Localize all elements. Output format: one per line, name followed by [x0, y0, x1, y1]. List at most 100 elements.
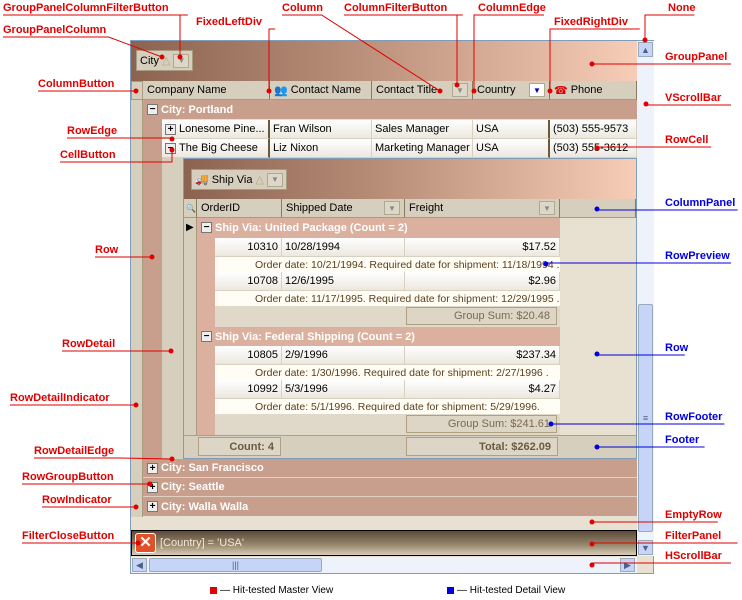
row-cell[interactable]: USA: [473, 120, 550, 139]
group-row-label: Ship Via: United Package (Count = 2): [215, 221, 408, 234]
scroll-right-button[interactable]: ▶: [620, 558, 635, 572]
annotation-label: RowDetailEdge: [34, 445, 115, 457]
cell-text: 10/28/1994: [285, 241, 341, 253]
phone-icon: ☎: [554, 84, 568, 97]
cell-button-expand[interactable]: +: [165, 123, 176, 135]
legend-master-swatch: [210, 587, 217, 594]
annotation-label: RowFooter: [665, 411, 723, 423]
column-chooser-icon[interactable]: 🔍: [184, 199, 197, 218]
annotation-label: Row: [665, 342, 689, 354]
group-panel: [131, 41, 637, 81]
group-row-seattle[interactable]: + City: Seattle: [143, 478, 637, 497]
row-cell[interactable]: 10708: [215, 272, 282, 291]
group-row-walla-walla[interactable]: + City: Walla Walla: [143, 497, 637, 516]
row-preview: Order date: 11/17/1995. Required date fo…: [215, 291, 560, 306]
filter-text: [Country] = 'USA': [160, 537, 244, 549]
row-cell[interactable]: Marketing Manager: [372, 139, 473, 158]
group-panel-column[interactable]: City △ ▼: [136, 50, 194, 71]
row-cell[interactable]: USA: [473, 139, 550, 158]
row-group-button[interactable]: +: [147, 462, 158, 474]
column-freight[interactable]: Freight ▼: [405, 199, 560, 218]
annotation-label: HScrollBar: [665, 550, 722, 562]
row-cell[interactable]: 2/9/1996: [282, 346, 405, 365]
row-group-button[interactable]: +: [147, 481, 158, 493]
filter-close-button[interactable]: ✕: [135, 533, 156, 553]
cell-text: $17.52: [522, 241, 556, 253]
row-cell[interactable]: 10310: [215, 238, 282, 257]
row-cell[interactable]: 12/6/1995: [282, 272, 405, 291]
empty-row: [131, 517, 637, 530]
cell-text: USA: [476, 123, 499, 135]
cell-text: 10805: [247, 349, 278, 361]
row-cell[interactable]: $4.27: [405, 380, 560, 399]
row-cell[interactable]: − The Big Cheese: [162, 139, 270, 158]
sort-asc-icon: △: [255, 174, 264, 186]
annotation-label: Column: [282, 2, 323, 14]
cell-text: Marketing Manager: [375, 142, 470, 154]
row-cell[interactable]: (503) 555-9573: [550, 120, 637, 139]
group-panel-column-filter-button[interactable]: ▼: [266, 172, 283, 187]
annotation-label: GroupPanelColumn: [3, 24, 107, 36]
row-cell[interactable]: Liz Nixon: [270, 139, 372, 158]
column-filter-button-active[interactable]: ▼: [529, 83, 545, 97]
current-row-arrow-icon: ▶: [186, 222, 194, 233]
row-cell[interactable]: Fran Wilson: [270, 120, 372, 139]
row-cell[interactable]: $2.96: [405, 272, 560, 291]
group-row-portland[interactable]: − City: Portland: [143, 100, 637, 119]
column-filter-button[interactable]: ▼: [539, 201, 555, 215]
row-cell[interactable]: (503) 555-3612: [550, 139, 637, 158]
column-contact-title[interactable]: Contact Title ▼: [372, 81, 473, 100]
row-cell[interactable]: 5/3/1996: [282, 380, 405, 399]
group-sum: Group Sum: $20.48: [406, 307, 557, 325]
group-panel-column-filter-button[interactable]: ▼: [173, 53, 190, 68]
column-label: Contact Name: [290, 84, 362, 96]
annotation-label: FixedLeftDiv: [196, 16, 263, 28]
row-cell[interactable]: $237.34: [405, 346, 560, 365]
column-shipped-date[interactable]: Shipped Date ▼: [282, 199, 405, 218]
detail-group-row[interactable]: − Ship Via: Federal Shipping (Count = 2): [197, 327, 560, 346]
row-cell[interactable]: Sales Manager: [372, 120, 473, 139]
column-country[interactable]: Country ▼: [473, 81, 550, 100]
hscroll-thumb[interactable]: |||: [149, 558, 322, 572]
row-group-button[interactable]: −: [147, 104, 158, 115]
column-company-name[interactable]: Company Name: [143, 81, 270, 100]
row-cell[interactable]: 10805: [215, 346, 282, 365]
detail-view: 🚚 Ship Via △ ▼ 🔍 OrderID Shipped Date ▼ Frei…: [183, 158, 637, 459]
column-button[interactable]: [131, 81, 143, 100]
scroll-thumb[interactable]: ≡: [638, 304, 653, 532]
cell-text: 10992: [247, 383, 278, 395]
column-contact-name[interactable]: 👥 Contact Name: [270, 81, 372, 100]
cell-button-collapse[interactable]: −: [165, 142, 176, 154]
row-cell[interactable]: $17.52: [405, 238, 560, 257]
row-group-button[interactable]: +: [147, 501, 158, 512]
scroll-up-button[interactable]: ▲: [638, 42, 653, 57]
group-column-label: Ship Via: [211, 173, 253, 186]
row-cell[interactable]: 10992: [215, 380, 282, 399]
row-group-button[interactable]: −: [201, 222, 212, 233]
column-filter-button[interactable]: ▼: [384, 201, 400, 215]
annotation-label: FixedRightDiv: [554, 16, 628, 28]
annotation-label: RowGroupButton: [22, 471, 114, 483]
column-filter-button[interactable]: ▼: [452, 83, 468, 97]
detail-group-row[interactable]: − Ship Via: United Package (Count = 2): [197, 218, 560, 237]
row-group-button[interactable]: −: [201, 331, 212, 342]
row-preview: Order date: 10/21/1994. Required date fo…: [215, 257, 560, 272]
row-cell[interactable]: + Lonesome Pine...: [162, 120, 270, 139]
annotation-label: ColumnEdge: [478, 2, 546, 14]
row-cell[interactable]: 10/28/1994: [282, 238, 405, 257]
column-phone[interactable]: ☎ Phone: [550, 81, 637, 100]
annotation-label: ColumnButton: [38, 78, 115, 90]
cell-text: Liz Nixon: [273, 142, 319, 154]
cell-text: $4.27: [528, 383, 556, 395]
detail-group-panel-column[interactable]: 🚚 Ship Via △ ▼: [191, 169, 287, 190]
legend-detail-swatch: [447, 587, 454, 594]
detail-row-indicators: [184, 218, 197, 435]
scroll-down-button[interactable]: ▼: [638, 540, 653, 555]
cell-text: $237.34: [516, 349, 556, 361]
group-row-san-francisco[interactable]: + City: San Francisco: [143, 459, 637, 478]
scroll-left-button[interactable]: ◀: [132, 558, 147, 572]
column-label: Contact Title: [376, 84, 438, 96]
cell-text: Lonesome Pine...: [179, 123, 265, 135]
column-order-id[interactable]: OrderID: [197, 199, 282, 218]
sort-asc-icon: △: [161, 55, 171, 67]
